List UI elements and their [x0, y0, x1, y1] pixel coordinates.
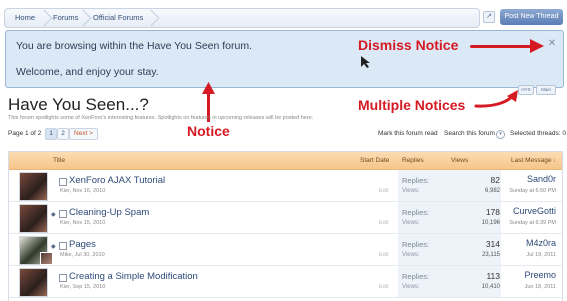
breadcrumb-forums[interactable]: Forums	[45, 9, 78, 27]
views-count: 10,410	[481, 284, 500, 290]
forum-description: This forum spotlights some of XenForo's …	[8, 115, 314, 121]
sticky-bullet-icon: ◆	[51, 244, 56, 250]
thread-stats: Replies: 113 Views: 10,410	[398, 266, 501, 297]
thread-checkbox[interactable]	[59, 274, 67, 282]
column-replies[interactable]: Replies	[402, 152, 424, 169]
thread-title-link[interactable]: Cleaning-Up Spam	[69, 207, 149, 218]
selected-threads-count: Selected threads: 0	[510, 130, 567, 137]
breadcrumb-separator	[145, 9, 155, 27]
views-count: 10,196	[481, 220, 500, 226]
table-header: Title Start Date Replies Views Last Mess…	[9, 152, 562, 170]
jump-to-icon[interactable]: ↗	[483, 11, 495, 23]
column-views[interactable]: Views	[451, 152, 468, 169]
column-start-date[interactable]: Start Date	[360, 152, 389, 169]
views-label: Views:	[402, 284, 420, 290]
views-label: Views:	[402, 252, 420, 258]
replies-label: Replies:	[402, 208, 430, 217]
avatar[interactable]	[19, 172, 48, 201]
notice-box: You are browsing within the Have You See…	[5, 30, 564, 88]
breadcrumb-home[interactable]: Home	[7, 9, 35, 27]
notice-line-2: Welcome, and enjoy your stay.	[16, 66, 159, 78]
table-row[interactable]: ◆ Pages Mike, Jul 30, 2010 Edit Replies:…	[9, 234, 562, 266]
views-count: 23,115	[482, 252, 500, 258]
replies-label: Replies:	[402, 272, 430, 281]
dismiss-arrow-line	[470, 45, 536, 48]
table-row[interactable]: XenForo AJAX Tutorial Kier, Nov 16, 2010…	[9, 170, 562, 202]
thread-checkbox[interactable]	[59, 242, 67, 250]
edit-link[interactable]: Edit	[379, 252, 388, 258]
replies-count: 314	[485, 239, 500, 249]
replies-count: 82	[490, 175, 500, 185]
edit-link[interactable]: Edit	[379, 220, 388, 226]
last-message-user[interactable]: M4z0ra	[526, 238, 556, 248]
thread-meta: Kier, Nov 16, 2010	[60, 188, 106, 194]
breadcrumb-official-forums[interactable]: Official Forums	[85, 9, 143, 27]
page-title: Have You Seen...?	[8, 95, 149, 114]
thread-stats: Replies: 82 Views: 6,982	[398, 170, 501, 201]
last-message-user[interactable]: CurveGotti	[513, 206, 556, 216]
thread-meta: Mike, Jul 30, 2010	[60, 252, 105, 258]
breadcrumb: Home Forums Official Forums	[4, 8, 480, 28]
avatar[interactable]	[19, 204, 48, 233]
search-forum-link[interactable]: Search this forum	[444, 130, 495, 137]
dismiss-arrow-head-icon	[530, 39, 544, 53]
thread-title-link[interactable]: Pages	[69, 239, 96, 250]
thread-stats: Replies: 314 Views: 23,115	[398, 234, 501, 265]
last-message-user[interactable]: Preemo	[524, 270, 556, 280]
thread-table: Title Start Date Replies Views Last Mess…	[8, 151, 563, 301]
next-page-button[interactable]: Next >	[69, 128, 98, 140]
column-title[interactable]: Title	[53, 152, 65, 169]
avatar[interactable]	[19, 268, 48, 297]
table-row[interactable]: ◆ Cleaning-Up Spam Kier, Nov 15, 2010 Ed…	[9, 202, 562, 234]
views-label: Views:	[402, 220, 420, 226]
sort-arrow-icon[interactable]: ↓	[553, 152, 556, 169]
thread-stats: Replies: 178 Views: 10,196	[398, 202, 501, 233]
last-message-date[interactable]: Sunday at 6:50 PM	[509, 188, 556, 194]
edit-link[interactable]: Edit	[379, 284, 388, 290]
thread-title-link[interactable]: Creating a Simple Modification	[69, 271, 198, 282]
avatar-small[interactable]	[40, 252, 53, 265]
replies-count: 178	[485, 207, 500, 217]
chevron-down-icon[interactable]: ▾	[496, 130, 505, 139]
thread-meta: Kier, Nov 15, 2010	[60, 220, 106, 226]
mark-forum-read-link[interactable]: Mark this forum read	[378, 130, 438, 137]
replies-count: 113	[486, 271, 500, 281]
notice-tab-hys[interactable]: HYS	[518, 85, 534, 95]
notice-annotation: Notice	[187, 123, 230, 139]
replies-label: Replies:	[402, 176, 430, 185]
thread-checkbox[interactable]	[59, 210, 67, 218]
last-message-date[interactable]: Jun 18, 2011	[525, 284, 556, 290]
column-last-message[interactable]: Last Message	[511, 152, 551, 169]
thread-title-link[interactable]: XenForo AJAX Tutorial	[69, 175, 165, 186]
thread-checkbox[interactable]	[59, 178, 67, 186]
last-message-date[interactable]: Jul 19, 2011	[526, 252, 556, 258]
last-message-user[interactable]: Sand0r	[527, 174, 556, 184]
last-message-date[interactable]: Sunday at 6:39 PM	[509, 220, 556, 226]
replies-label: Replies:	[402, 240, 430, 249]
dismiss-notice-annotation: Dismiss Notice	[358, 37, 459, 53]
sticky-bullet-icon: ◆	[51, 212, 56, 218]
table-row[interactable]: Creating a Simple Modification Kier, Sep…	[9, 266, 562, 298]
page-1-button[interactable]: 1	[45, 128, 57, 140]
edit-link[interactable]: Edit	[379, 188, 388, 194]
notice-line-1: You are browsing within the Have You See…	[16, 40, 253, 52]
post-new-thread-button[interactable]: Post New Thread	[500, 9, 563, 25]
thread-meta: Kier, Sep 15, 2010	[60, 284, 106, 290]
pager-label: Page 1 of 2	[8, 130, 42, 137]
mouse-cursor-icon	[361, 56, 370, 68]
multiple-notices-annotation: Multiple Notices	[358, 97, 466, 113]
notice-tab-main[interactable]: Main	[536, 85, 556, 95]
page-2-button[interactable]: 2	[57, 128, 69, 140]
views-label: Views:	[402, 188, 420, 194]
multiple-arrow-icon	[474, 90, 518, 108]
views-count: 6,982	[484, 188, 500, 194]
close-icon[interactable]: ✕	[547, 39, 557, 49]
